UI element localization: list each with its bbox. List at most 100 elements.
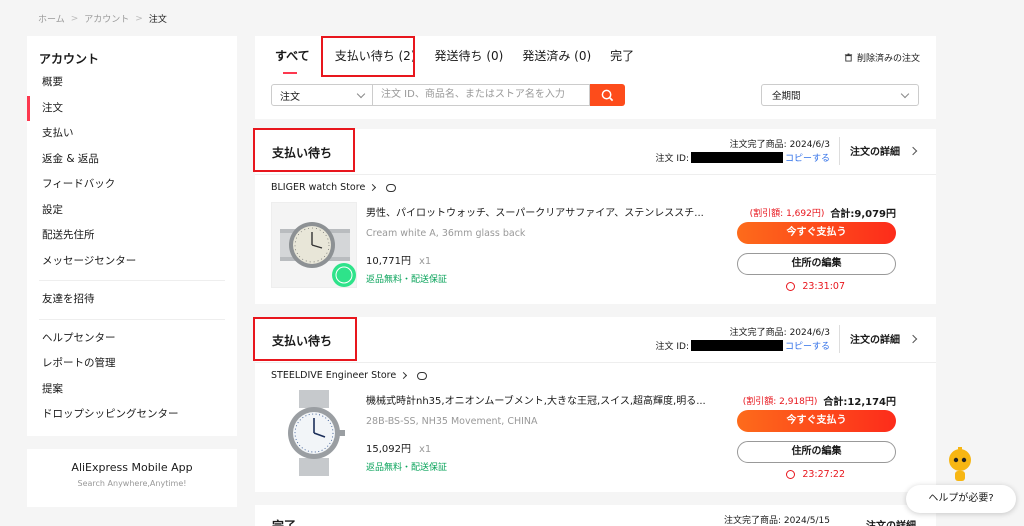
- quantity: x1: [419, 256, 432, 267]
- product-variant: Cream white A, 36mm glass back: [366, 228, 526, 239]
- search-button[interactable]: [590, 84, 625, 106]
- price-value: 15,092円: [366, 444, 411, 455]
- order-date: 注文完了商品: 2024/6/3: [729, 328, 830, 338]
- period-select[interactable]: 全期間: [761, 84, 919, 106]
- sidebar-item-settings[interactable]: 設定: [27, 198, 237, 224]
- store-link[interactable]: BLIGER watch Store: [271, 182, 397, 193]
- mobile-app-promo[interactable]: AliExpress Mobile App Search Anywhere,An…: [27, 449, 237, 507]
- order-header: 支払い待ち 注文完了商品: 2024/6/3 注文 ID: コピーする 注文の詳…: [255, 317, 936, 363]
- chevron-right-icon: [908, 334, 918, 343]
- order-card: 支払い待ち 注文完了商品: 2024/6/3 注文 ID: コピーする 注文の詳…: [253, 317, 936, 492]
- pay-now-button[interactable]: 今すぐ支払う: [737, 222, 896, 244]
- breadcrumb: ホーム > アカウント > 注文: [38, 12, 167, 26]
- order-card: 完了 注文完了商品: 2024/5/15 注文の詳細: [255, 505, 936, 526]
- order-id: 注文 ID: コピーする: [655, 151, 830, 164]
- sidebar-item-payment[interactable]: 支払い: [27, 121, 237, 147]
- tab-awaiting-shipment[interactable]: 発送待ち (0): [435, 46, 504, 74]
- order-detail-link[interactable]: 注文の詳細: [850, 331, 918, 346]
- search-row: 注文 注文 ID、商品名、またはストア名を入力: [271, 84, 625, 106]
- edit-address-button[interactable]: 住所の編集: [737, 253, 896, 275]
- order-id-redacted: [690, 340, 783, 351]
- sidebar-item-reports[interactable]: レポートの管理: [27, 351, 237, 377]
- sidebar-item-suggestions[interactable]: 提案: [27, 377, 237, 403]
- watch-image: [271, 390, 357, 476]
- tab-completed[interactable]: 完了: [610, 46, 634, 74]
- sidebar-divider: [39, 318, 225, 320]
- timer-value: 23:31:07: [802, 281, 845, 292]
- sidebar-item-dropshipping[interactable]: ドロップシッピングセンター: [27, 402, 237, 428]
- breadcrumb-account[interactable]: アカウント: [84, 12, 129, 25]
- tab-shipped[interactable]: 発送済み (0): [522, 46, 591, 74]
- order-detail-link[interactable]: 注文の詳細: [850, 143, 918, 158]
- chat-icon[interactable]: [386, 183, 397, 192]
- search-input[interactable]: 注文 ID、商品名、またはストア名を入力: [373, 84, 590, 106]
- store-name: BLIGER watch Store: [271, 182, 366, 193]
- chevron-down-icon: [356, 89, 366, 98]
- order-status: 完了: [272, 519, 297, 526]
- edit-address-button[interactable]: 住所の編集: [737, 441, 896, 463]
- total: 合計:12,174円: [823, 397, 896, 408]
- product-price: 10,771円 x1: [366, 252, 431, 267]
- product-image[interactable]: [271, 202, 357, 288]
- order-date: 注文完了商品: 2024/5/15: [723, 516, 830, 526]
- discount: (割引額: 2,918円): [742, 397, 818, 407]
- highlight-box: [321, 36, 415, 77]
- order-detail-label: 注文の詳細: [850, 335, 900, 346]
- order-id: 注文 ID: コピーする: [655, 339, 830, 352]
- breadcrumb-home[interactable]: ホーム: [38, 12, 65, 25]
- product-price: 15,092円 x1: [366, 440, 431, 455]
- sidebar-item-invite[interactable]: 友達を招待: [27, 287, 237, 313]
- trash-icon: [844, 53, 853, 62]
- sidebar-title: アカウント: [39, 52, 100, 66]
- clock-icon: [786, 282, 796, 291]
- product-name[interactable]: 機械式時計nh35,オニオンムーブメント,大きな王冠,スイス,超高輝度,明る..…: [366, 392, 706, 407]
- product-variant: 28B-BS-SS, NH35 Movement, CHINA: [366, 416, 538, 427]
- clock-icon: [786, 470, 796, 479]
- sidebar-item-overview[interactable]: 概要: [27, 70, 237, 96]
- search-type-value: 注文: [280, 91, 300, 103]
- copy-button[interactable]: コピーする: [785, 151, 830, 164]
- orders-header-panel: すべて 支払い待ち (2) 発送待ち (0) 発送済み (0) 完了 削除済みの…: [255, 36, 936, 119]
- sidebar-item-refunds[interactable]: 返金 & 返品: [27, 147, 237, 173]
- divider: [839, 325, 840, 353]
- order-id-label: 注文 ID:: [655, 342, 689, 352]
- store-link[interactable]: STEELDIVE Engineer Store: [271, 370, 428, 381]
- search-icon: [601, 89, 614, 101]
- order-id-redacted: [690, 152, 783, 163]
- chevron-down-icon: [900, 89, 910, 98]
- divider: [839, 137, 840, 165]
- order-detail-link[interactable]: 注文の詳細: [866, 517, 916, 526]
- product-name[interactable]: 男性、パイロットウォッチ、スーパークリアサファイア、ステンレススチ...: [366, 204, 706, 219]
- copy-button[interactable]: コピーする: [785, 339, 830, 352]
- watch-image: [272, 203, 356, 287]
- pay-now-button[interactable]: 今すぐ支払う: [737, 410, 896, 432]
- store-name: STEELDIVE Engineer Store: [271, 370, 397, 381]
- tab-all[interactable]: すべて: [275, 46, 310, 74]
- sidebar-divider: [39, 280, 225, 281]
- sidebar-item-messages[interactable]: メッセージセンター: [27, 249, 237, 275]
- mobile-app-subtitle: Search Anywhere,Anytime!: [77, 479, 187, 488]
- timer-value: 23:27:22: [802, 469, 845, 480]
- order-date: 注文完了商品: 2024/6/3: [729, 140, 830, 150]
- chat-icon[interactable]: [417, 371, 428, 380]
- sidebar: アカウント 概要 注文 支払い 返金 & 返品 フィードバック 設定 配送先住所…: [27, 36, 237, 436]
- sidebar-item-addresses[interactable]: 配送先住所: [27, 223, 237, 249]
- assistant-bot-icon[interactable]: [945, 447, 975, 483]
- period-value: 全期間: [772, 91, 801, 102]
- sidebar-item-feedback[interactable]: フィードバック: [27, 172, 237, 198]
- free-returns-badge: 返品無料・配送保証: [366, 463, 448, 473]
- price-value: 10,771円: [366, 256, 411, 267]
- help-button[interactable]: ヘルプが必要?: [906, 485, 1016, 513]
- breadcrumb-separator: >: [135, 13, 143, 24]
- product-image[interactable]: [271, 390, 357, 476]
- quantity: x1: [419, 444, 432, 455]
- sidebar-item-orders[interactable]: 注文: [27, 95, 237, 121]
- order-id-label: 注文 ID:: [655, 154, 689, 164]
- order-totals: (割引額: 2,918円) 合計:12,174円: [743, 393, 896, 408]
- total: 合計:9,079円: [830, 209, 896, 220]
- free-returns-badge: 返品無料・配送保証: [366, 275, 448, 285]
- deleted-orders-link[interactable]: 削除済みの注文: [844, 51, 920, 64]
- sidebar-item-help[interactable]: ヘルプセンター: [27, 326, 237, 352]
- highlight-box: [253, 128, 355, 172]
- search-type-select[interactable]: 注文: [271, 84, 373, 106]
